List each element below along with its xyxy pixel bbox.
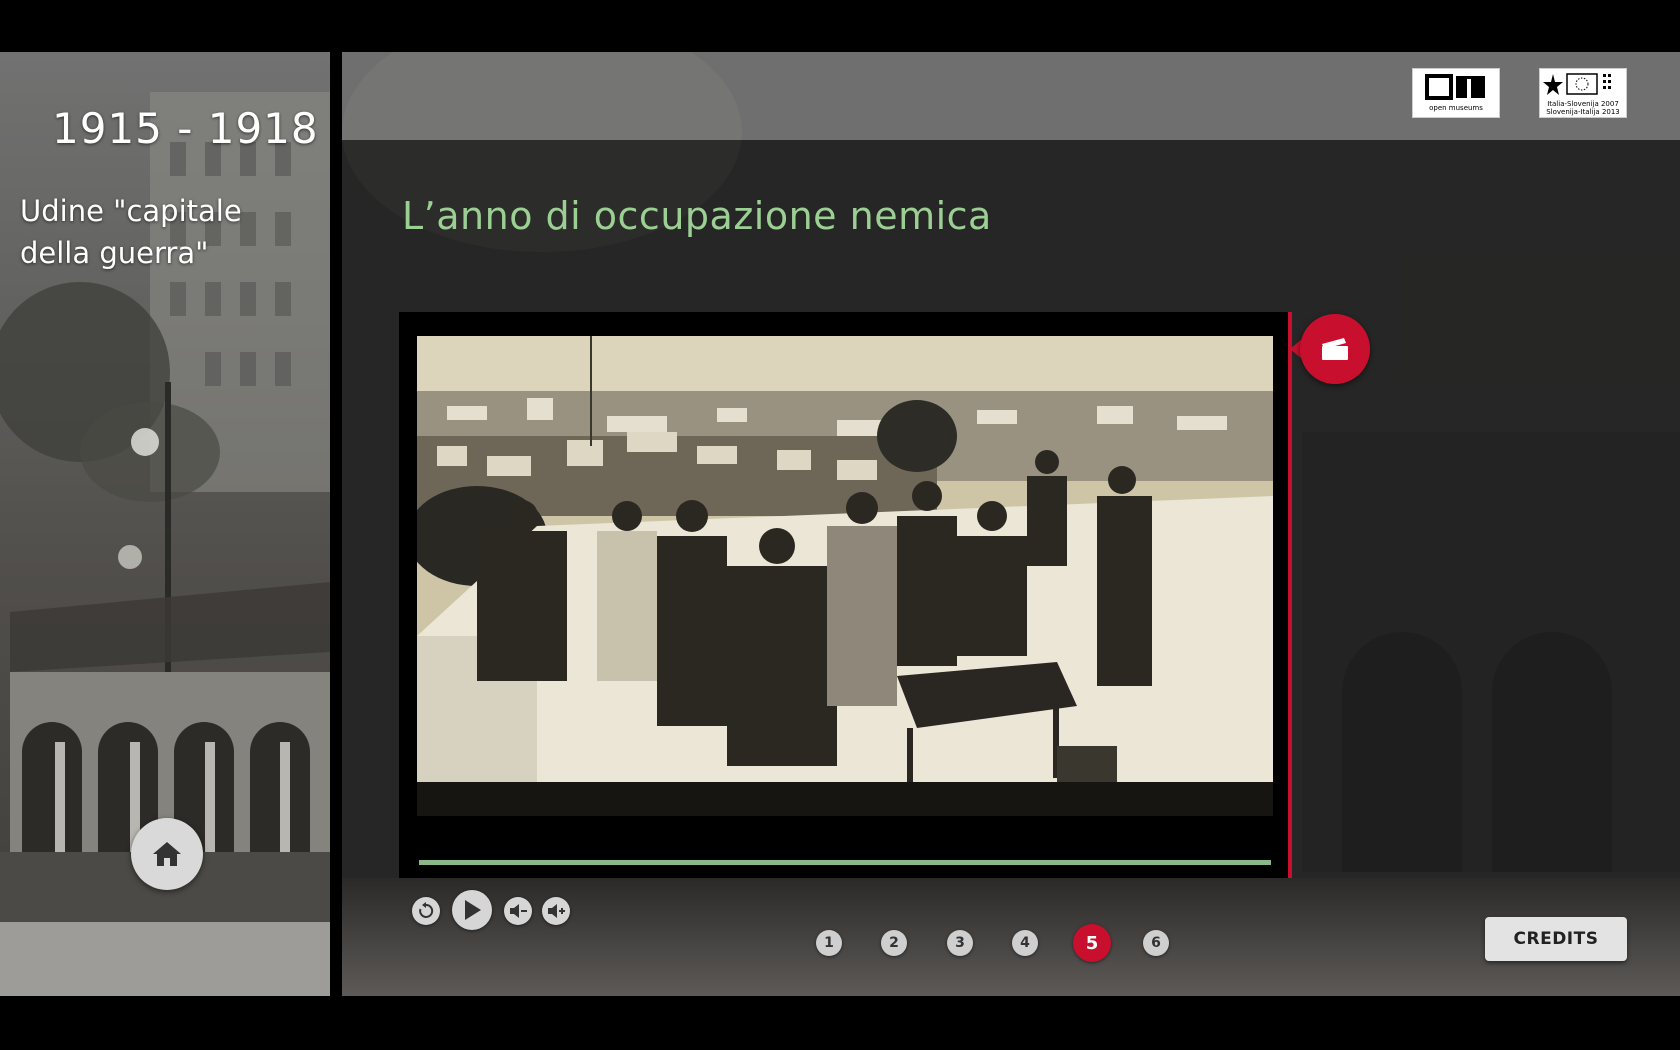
home-icon	[153, 842, 181, 866]
video-player[interactable]	[399, 312, 1291, 878]
sidebar-panel: 1915 - 1918 Udine "capitale della guerra…	[0, 52, 330, 996]
volume-down-button[interactable]	[504, 897, 532, 925]
page-button-1[interactable]: 1	[816, 930, 842, 956]
interreg-caption: Italia-Slovenija 2007 Slovenija-Italija …	[1546, 100, 1620, 116]
page-button-6[interactable]: 6	[1143, 930, 1169, 956]
panel-divider	[330, 52, 342, 996]
video-frame-image[interactable]	[417, 336, 1273, 816]
era-title: 1915 - 1918	[52, 104, 319, 153]
volume-down-icon	[510, 904, 527, 918]
page-button-4[interactable]: 4	[1012, 930, 1038, 956]
interreg-mark	[1543, 73, 1611, 95]
clapperboard-icon	[1322, 338, 1348, 360]
video-accent-line	[1288, 312, 1292, 878]
credits-button[interactable]: CREDITS	[1485, 917, 1627, 961]
video-progress-bar[interactable]	[419, 860, 1271, 865]
play-icon	[465, 900, 481, 920]
archival-photo	[417, 336, 1273, 816]
page-button-3[interactable]: 3	[947, 930, 973, 956]
page-button-2[interactable]: 2	[881, 930, 907, 956]
open-museums-logo[interactable]: open museums	[1412, 68, 1500, 118]
era-subtitle: Udine "capitale della guerra"	[20, 194, 242, 270]
replay-icon	[419, 902, 434, 918]
volume-up-icon	[548, 904, 565, 918]
open-museums-mark	[1425, 74, 1485, 100]
clip-badge[interactable]	[1300, 314, 1370, 384]
main-area: open museums Italia-Slovenija 2007 Slove…	[342, 52, 1680, 996]
page-button-5-active[interactable]: 5	[1073, 924, 1111, 962]
section-title: L’anno di occupazione nemica	[402, 194, 992, 238]
play-button[interactable]	[452, 890, 492, 930]
volume-up-button[interactable]	[542, 897, 570, 925]
footer-band	[342, 878, 1680, 996]
home-button[interactable]	[131, 818, 203, 890]
interreg-logo[interactable]: Italia-Slovenija 2007 Slovenija-Italija …	[1539, 68, 1627, 118]
open-museums-caption: open museums	[1429, 104, 1483, 112]
replay-button[interactable]	[412, 897, 440, 925]
